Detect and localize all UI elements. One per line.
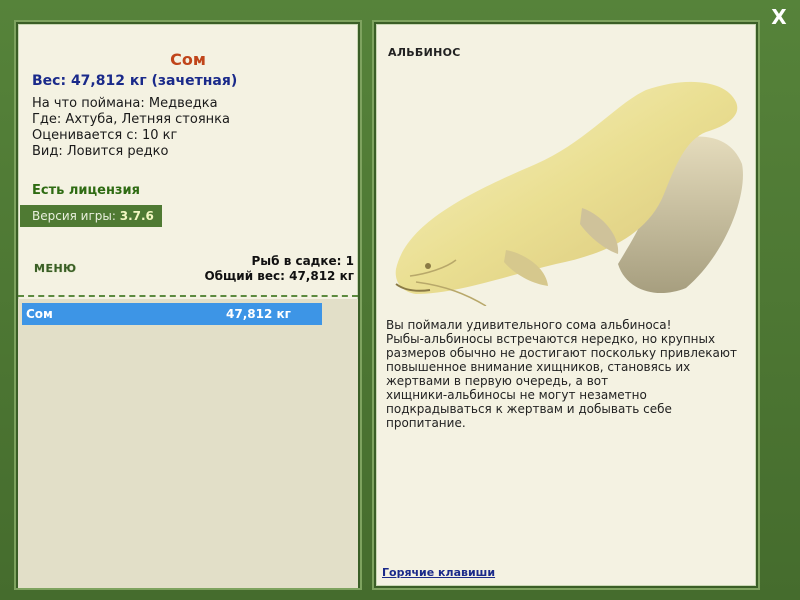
catch-list: Сом 47,812 кг [18, 299, 358, 588]
catch-name: Сом [26, 307, 53, 321]
location-info: Где: Ахтуба, Летняя стоянка [32, 112, 230, 127]
keeper-count: Рыб в садке: 1 [251, 254, 355, 268]
keeper-total-weight: Общий вес: 47,812 кг [204, 269, 354, 283]
license-status: Есть лицензия [32, 183, 140, 198]
divider [18, 295, 358, 297]
rating-info: Оценивается с: 10 кг [32, 128, 178, 143]
keeper-stats: Рыб в садке: 1 Общий вес: 47,812 кг [204, 254, 354, 284]
albino-description: Вы поймали удивительного сома альбиноса!… [386, 318, 737, 430]
fish-details: На что поймана: Медведка Где: Ахтуба, Ле… [32, 96, 230, 160]
fish-weight: Вес: 47,812 кг (зачетная) [32, 73, 238, 89]
bait-info: На что поймана: Медведка [32, 96, 218, 111]
albino-catfish-image [395, 81, 743, 306]
menu-button[interactable]: МЕНЮ [34, 262, 77, 275]
game-version: Версия игры: 3.7.6 [20, 205, 162, 227]
list-item[interactable]: Сом 47,812 кг [22, 303, 322, 325]
hotkeys-link[interactable]: Горячие клавиши [382, 566, 495, 579]
version-label: Версия игры: [32, 209, 120, 223]
fish-name: Сом [170, 50, 206, 69]
rarity-info: Вид: Ловится редко [32, 144, 169, 159]
catch-weight: 47,812 кг [226, 307, 291, 321]
fish-info-panel: Сом Вес: 47,812 кг (зачетная) На что пой… [16, 22, 360, 588]
close-icon[interactable]: X [768, 6, 790, 28]
albino-panel: АЛЬБИНОС Вы поймали удивительного сома а… [374, 22, 758, 588]
version-value: 3.7.6 [119, 209, 154, 223]
